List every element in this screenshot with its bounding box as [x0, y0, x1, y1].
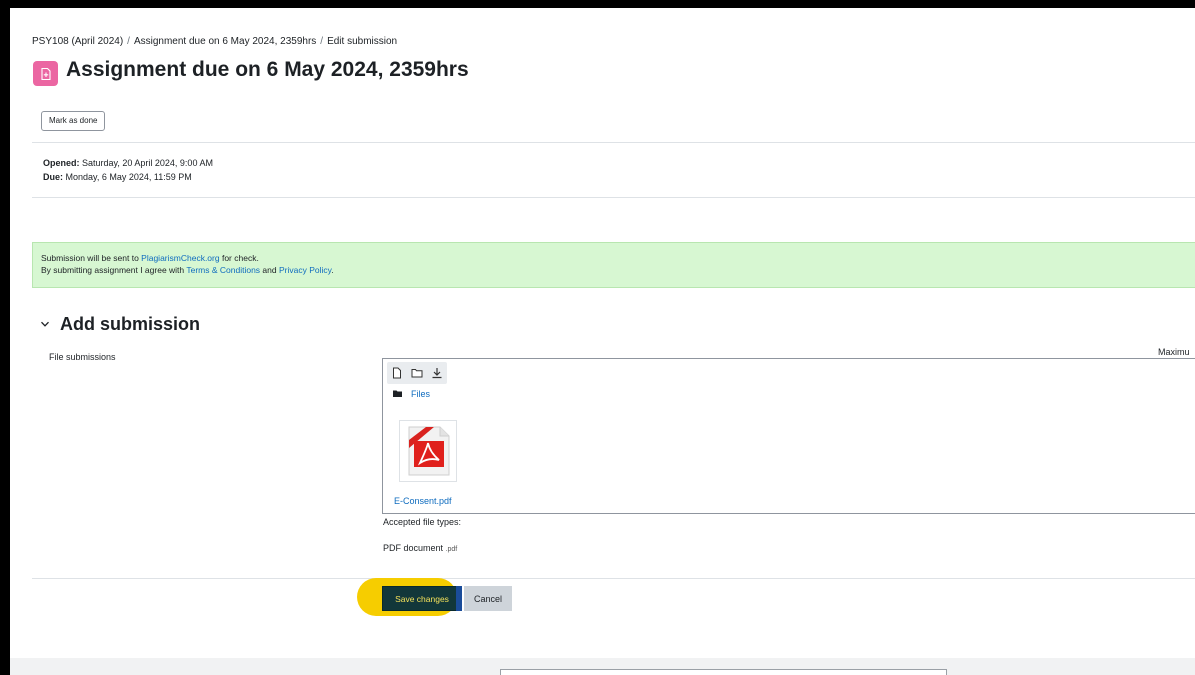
breadcrumb-assignment[interactable]: Assignment due on 6 May 2024, 2359hrs [134, 36, 316, 47]
file-submissions-label: File submissions [49, 352, 116, 362]
notice-line-1: Submission will be sent to PlagiarismChe… [41, 252, 1195, 264]
chevron-down-icon[interactable] [40, 318, 50, 332]
breadcrumb-current: Edit submission [327, 36, 398, 47]
notice-text: Submission will be sent to [41, 253, 142, 263]
page-title: Assignment due on 6 May 2024, 2359hrs [66, 58, 469, 81]
notice-line-2: By submitting assignment I agree with Te… [41, 264, 1195, 276]
files-path-link[interactable]: Files [411, 389, 430, 399]
footer-box [500, 669, 947, 675]
mark-as-done-button[interactable]: Mark as done [41, 111, 106, 131]
due-label: Due: [43, 172, 63, 182]
accepted-file-types-label: Accepted file types: [383, 517, 462, 527]
accepted-type-extension: .pdf [445, 546, 458, 553]
assignment-icon [33, 61, 58, 86]
file-manager-toolbar [387, 362, 447, 384]
add-submission-header[interactable]: Add submission [40, 314, 200, 335]
breadcrumb-separator: / [127, 36, 130, 47]
add-file-icon[interactable] [387, 362, 407, 384]
notice-text: and [260, 265, 279, 275]
cancel-button[interactable]: Cancel [464, 586, 512, 611]
breadcrumb: PSY108 (April 2024) / Assignment due on 6 … [32, 36, 397, 47]
divider [32, 578, 1195, 579]
section-title: Add submission [60, 314, 201, 334]
download-icon[interactable] [427, 362, 447, 384]
opened-value: Saturday, 20 April 2024, 9:00 AM [82, 158, 213, 168]
notice-text: for check. [219, 253, 259, 263]
accepted-file-type: PDF document .pdf [383, 543, 457, 553]
folder-icon [393, 389, 402, 399]
opened-label: Opened: [43, 158, 80, 168]
due-value: Monday, 6 May 2024, 11:59 PM [65, 172, 192, 182]
divider [32, 142, 1195, 143]
create-folder-icon[interactable] [407, 362, 427, 384]
breadcrumb-course[interactable]: PSY108 (April 2024) [32, 36, 123, 47]
save-changes-button[interactable]: Save changes [382, 586, 462, 611]
save-button-edge [456, 586, 462, 611]
file-path: Files [393, 389, 430, 399]
divider [32, 197, 1195, 198]
plagiarism-notice: Submission will be sent to PlagiarismChe… [32, 242, 1195, 288]
activity-dates: Opened: Saturday, 20 April 2024, 9:00 AM… [43, 156, 213, 184]
accepted-type-name: PDF document [383, 543, 444, 553]
file-manager[interactable]: Files E-Consent.pdf [382, 358, 1195, 514]
privacy-policy-link[interactable]: Privacy Policy [279, 265, 331, 275]
notice-text: By submitting assignment I agree with [41, 265, 187, 275]
notice-text: . [331, 265, 334, 275]
page: PSY108 (April 2024) / Assignment due on 6 … [10, 8, 1195, 675]
due-date: Due: Monday, 6 May 2024, 11:59 PM [43, 170, 213, 184]
pdf-file-icon[interactable] [399, 420, 457, 482]
breadcrumb-separator: / [320, 36, 324, 47]
file-name-link[interactable]: E-Consent.pdf [394, 496, 452, 506]
plagiarismcheck-link[interactable]: PlagiarismCheck.org [141, 253, 219, 263]
opened-date: Opened: Saturday, 20 April 2024, 9:00 AM [43, 156, 213, 170]
terms-link[interactable]: Terms & Conditions [186, 265, 260, 275]
max-size-label: Maximu [1158, 347, 1190, 357]
